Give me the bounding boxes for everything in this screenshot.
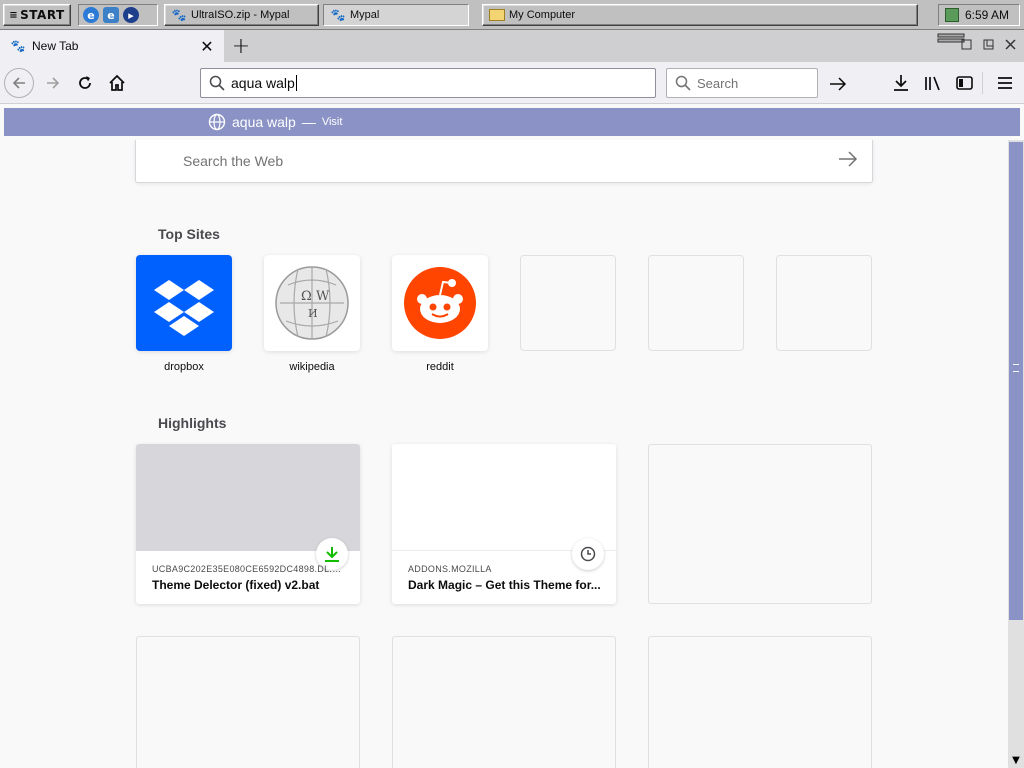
task-ultraiso[interactable]: 🐾 UltraISO.zip - Mypal bbox=[164, 4, 319, 26]
hamburger-icon bbox=[998, 77, 1012, 89]
highlights-heading: Highlights bbox=[158, 415, 227, 431]
start-button[interactable]: ≡ START bbox=[3, 4, 71, 26]
downloads-button[interactable] bbox=[886, 69, 916, 97]
url-input[interactable]: aqua walp bbox=[231, 75, 295, 91]
scroll-down-arrow-icon[interactable]: ▼ bbox=[1008, 752, 1024, 768]
highlight-empty bbox=[648, 636, 872, 768]
top-site-label: reddit bbox=[426, 361, 454, 373]
outlook-icon[interactable]: e bbox=[103, 7, 119, 23]
highlight-preview bbox=[136, 444, 360, 551]
svg-text:И: И bbox=[308, 307, 318, 320]
highlight-source: UCBA9C202E35E080CE6592DC4898.DL.DR... bbox=[152, 564, 348, 574]
wikipedia-globe-icon: Ω W И bbox=[275, 266, 349, 340]
search-icon bbox=[209, 75, 225, 91]
highlight-empty bbox=[392, 636, 616, 768]
ie-icon[interactable]: e bbox=[83, 7, 99, 23]
home-icon bbox=[109, 74, 125, 91]
tab-new-tab[interactable]: 🐾 New Tab bbox=[0, 30, 224, 62]
suggestion-action: Visit bbox=[321, 116, 343, 128]
task-label: Mypal bbox=[350, 9, 380, 21]
close-tab-icon[interactable]: ✕ bbox=[198, 37, 216, 56]
network-icon[interactable] bbox=[945, 8, 959, 22]
web-search-box[interactable]: Search the Web bbox=[135, 140, 873, 183]
top-site-empty[interactable] bbox=[648, 255, 744, 351]
text-cursor bbox=[295, 75, 297, 91]
suggestion-text: aqua walp bbox=[232, 114, 296, 130]
download-icon bbox=[894, 75, 908, 91]
library-icon bbox=[925, 76, 940, 91]
tab-label: New Tab bbox=[32, 39, 79, 53]
top-site-label: dropbox bbox=[164, 361, 204, 373]
sidebar-button[interactable] bbox=[950, 69, 980, 97]
task-label: My Computer bbox=[509, 9, 576, 21]
task-mypal[interactable]: 🐾 Mypal bbox=[323, 4, 469, 26]
quick-launch: e e ▸ bbox=[78, 4, 158, 26]
top-site-label: wikipedia bbox=[289, 361, 335, 373]
mypal-icon: 🐾 bbox=[171, 8, 187, 22]
new-tab-page: Search the Web Top Sites dropbox Ω W И w… bbox=[0, 140, 1008, 768]
back-button[interactable] bbox=[4, 68, 34, 98]
url-suggestion-row[interactable]: aqua walp — Visit bbox=[4, 108, 1020, 136]
highlight-empty bbox=[648, 444, 872, 604]
top-site-reddit[interactable] bbox=[392, 255, 488, 351]
reload-icon bbox=[79, 76, 91, 89]
top-site-dropbox[interactable] bbox=[136, 255, 232, 351]
task-label: UltraISO.zip - Mypal bbox=[191, 9, 290, 21]
search-icon bbox=[675, 75, 691, 91]
vertical-scrollbar[interactable]: ▼ bbox=[1008, 140, 1024, 768]
search-bar[interactable]: Search bbox=[666, 68, 818, 98]
top-site-empty[interactable] bbox=[776, 255, 872, 351]
arrow-right-icon[interactable] bbox=[838, 150, 858, 168]
highlight-preview bbox=[392, 444, 616, 551]
reddit-icon bbox=[404, 267, 476, 339]
top-sites-heading: Top Sites bbox=[158, 226, 220, 242]
highlight-card[interactable]: ADDONS.MOZILLA Dark Magic – Get this The… bbox=[392, 444, 616, 604]
highlight-empty bbox=[136, 636, 360, 768]
web-search-placeholder: Search the Web bbox=[183, 153, 284, 169]
clock-icon bbox=[580, 546, 596, 562]
forward-button[interactable] bbox=[38, 69, 68, 97]
reload-button[interactable] bbox=[70, 69, 100, 97]
system-tray: 6:59 AM bbox=[938, 4, 1020, 26]
library-button[interactable] bbox=[918, 69, 948, 97]
tab-strip: 🐾 New Tab ✕ + bbox=[0, 30, 1024, 62]
clock[interactable]: 6:59 AM bbox=[965, 8, 1009, 22]
home-button[interactable] bbox=[102, 69, 132, 97]
toolbar-separator bbox=[982, 72, 983, 94]
globe-icon bbox=[208, 113, 226, 131]
arrow-left-icon bbox=[12, 77, 25, 89]
window-controls bbox=[936, 32, 1022, 60]
window-controls-icons bbox=[937, 33, 1016, 50]
scrollbar-thumb[interactable] bbox=[1009, 142, 1023, 620]
sidebar-icon bbox=[956, 76, 973, 90]
suggestion-separator: — bbox=[301, 114, 316, 130]
highlight-source: ADDONS.MOZILLA bbox=[408, 564, 492, 574]
highlight-title: Theme Delector (fixed) v2.bat bbox=[152, 578, 320, 592]
top-site-wikipedia[interactable]: Ω W И bbox=[264, 255, 360, 351]
start-label: START bbox=[20, 8, 65, 22]
highlight-card[interactable]: UCBA9C202E35E080CE6592DC4898.DL.DR... Th… bbox=[136, 444, 360, 604]
svg-text:W: W bbox=[316, 289, 330, 304]
download-icon bbox=[325, 547, 339, 562]
top-site-empty[interactable] bbox=[520, 255, 616, 351]
new-tab-button[interactable]: + bbox=[228, 33, 254, 59]
navigation-toolbar: aqua walp Search bbox=[0, 62, 1024, 104]
taskbar: ≡ START e e ▸ 🐾 UltraISO.zip - Mypal 🐾 M… bbox=[0, 0, 1024, 30]
mypal-icon: 🐾 bbox=[330, 8, 346, 22]
go-arrow-icon[interactable] bbox=[823, 74, 853, 94]
menu-button[interactable] bbox=[990, 69, 1020, 97]
task-my-computer[interactable]: My Computer bbox=[482, 4, 918, 26]
search-input[interactable]: Search bbox=[697, 76, 738, 91]
start-grip-icon: ≡ bbox=[9, 9, 19, 21]
dropbox-icon bbox=[154, 280, 214, 336]
media-player-icon[interactable]: ▸ bbox=[123, 7, 139, 23]
folder-icon bbox=[489, 9, 505, 21]
scrollbar-grip-icon bbox=[1013, 364, 1019, 372]
svg-text:Ω: Ω bbox=[301, 289, 312, 304]
url-bar[interactable]: aqua walp bbox=[200, 68, 847, 98]
highlight-title: Dark Magic – Get this Theme for... bbox=[408, 578, 601, 592]
mypal-favicon-icon: 🐾 bbox=[10, 39, 26, 53]
arrow-right-icon bbox=[47, 77, 60, 89]
